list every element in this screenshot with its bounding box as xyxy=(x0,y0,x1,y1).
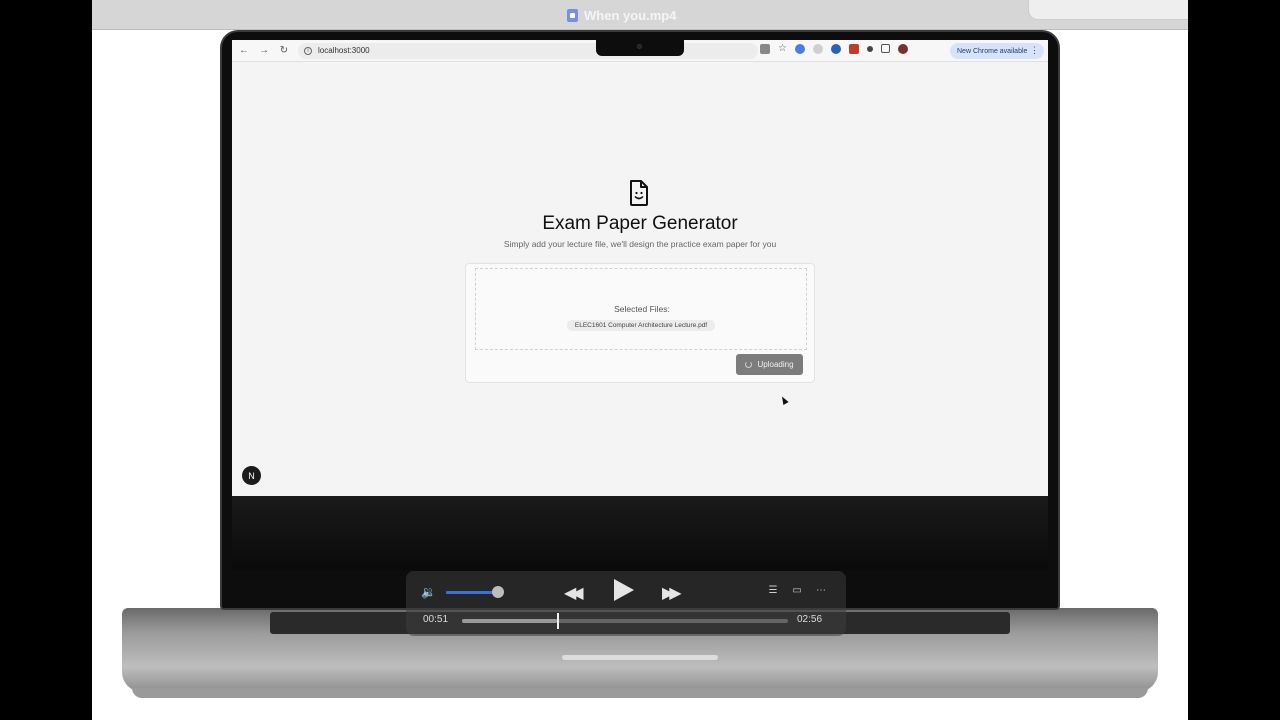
browser-screen: ← → ↻ i localhost:3000 ☆ New Chrome avai… xyxy=(232,40,1048,496)
extension-5-icon[interactable] xyxy=(866,45,873,52)
video-player-controls: 🔉 ◀◀ ▶▶ ☰ ▭ ⋯ 00:51 02:56 xyxy=(406,571,846,636)
scrubber-playhead[interactable] xyxy=(557,613,559,629)
laptop-base-shadow xyxy=(132,688,1148,698)
extension-4-icon[interactable] xyxy=(848,43,859,54)
camera-notch xyxy=(596,40,684,56)
volume-slider-handle[interactable] xyxy=(492,586,504,598)
update-chrome-button[interactable]: New Chrome available ⋮ xyxy=(950,43,1044,59)
screen-bezel-reflection xyxy=(232,496,1048,570)
mouse-cursor-icon xyxy=(779,395,789,405)
site-info-icon[interactable]: i xyxy=(304,46,312,55)
profile-avatar[interactable] xyxy=(897,43,908,54)
letterbox-left xyxy=(0,0,92,720)
upload-button-label: Uploading xyxy=(757,360,794,369)
file-chip: ELEC1601 Computer Architecture Lecture.p… xyxy=(567,320,715,331)
page-title: Exam Paper Generator xyxy=(542,213,738,234)
star-icon[interactable]: ☆ xyxy=(778,43,787,54)
subtitles-icon[interactable]: ▭ xyxy=(790,585,804,597)
forward-arrow-icon[interactable]: → xyxy=(256,43,272,59)
url-text: localhost:3000 xyxy=(318,46,370,55)
file-dropzone[interactable]: Selected Files: ELEC1601 Computer Archit… xyxy=(475,268,807,350)
scrubber-progress xyxy=(462,619,557,623)
window-title: When you.mp4 xyxy=(567,7,676,23)
volume-icon[interactable]: 🔉 xyxy=(421,585,439,599)
rewind-icon[interactable]: ◀◀ xyxy=(564,583,583,603)
video-file-icon xyxy=(567,8,578,22)
camera-icon xyxy=(637,44,642,49)
total-time: 02:56 xyxy=(797,614,823,625)
file-smile-icon xyxy=(630,180,648,206)
more-options-icon[interactable]: ⋯ xyxy=(814,585,828,597)
extension-1-icon[interactable] xyxy=(794,43,805,54)
extension-3-icon[interactable] xyxy=(830,43,841,54)
volume-fill xyxy=(446,591,498,594)
window-title-text: When you.mp4 xyxy=(584,7,677,23)
back-arrow-icon[interactable]: ← xyxy=(236,43,252,59)
letterbox-right xyxy=(1188,0,1280,720)
update-chrome-label: New Chrome available xyxy=(957,47,1028,55)
more-menu-icon[interactable]: ⋮ xyxy=(1030,45,1039,56)
nextjs-dev-badge[interactable]: N xyxy=(242,466,261,485)
player-extra-controls: ☰ ▭ ⋯ xyxy=(766,585,828,597)
video-frame: When you.mp4 ← → ↻ i localhost:3000 ☆ Ne… xyxy=(92,0,1188,720)
reload-icon[interactable]: ↻ xyxy=(276,43,292,59)
address-bar[interactable]: i localhost:3000 xyxy=(298,42,758,59)
selected-files-label: Selected Files: xyxy=(614,304,670,314)
page-subtitle: Simply add your lecture file, we'll desi… xyxy=(503,239,777,249)
player-title-bar[interactable]: When you.mp4 xyxy=(92,0,1188,30)
fast-forward-icon[interactable]: ▶▶ xyxy=(662,583,681,603)
translate-icon[interactable] xyxy=(760,43,770,54)
window-corner xyxy=(1028,0,1188,20)
current-time: 00:51 xyxy=(423,614,449,625)
upload-card: Selected Files: ELEC1601 Computer Archit… xyxy=(465,263,815,383)
play-icon[interactable] xyxy=(614,579,634,601)
upload-button[interactable]: Uploading xyxy=(736,354,803,375)
extension-2-icon[interactable] xyxy=(812,43,823,54)
laptop-trackpad-lip xyxy=(562,655,718,660)
playlist-icon[interactable]: ☰ xyxy=(766,585,780,597)
puzzle-extensions-icon[interactable] xyxy=(880,44,890,53)
spinner-icon xyxy=(745,361,753,368)
extension-icons: ☆ xyxy=(760,43,908,54)
